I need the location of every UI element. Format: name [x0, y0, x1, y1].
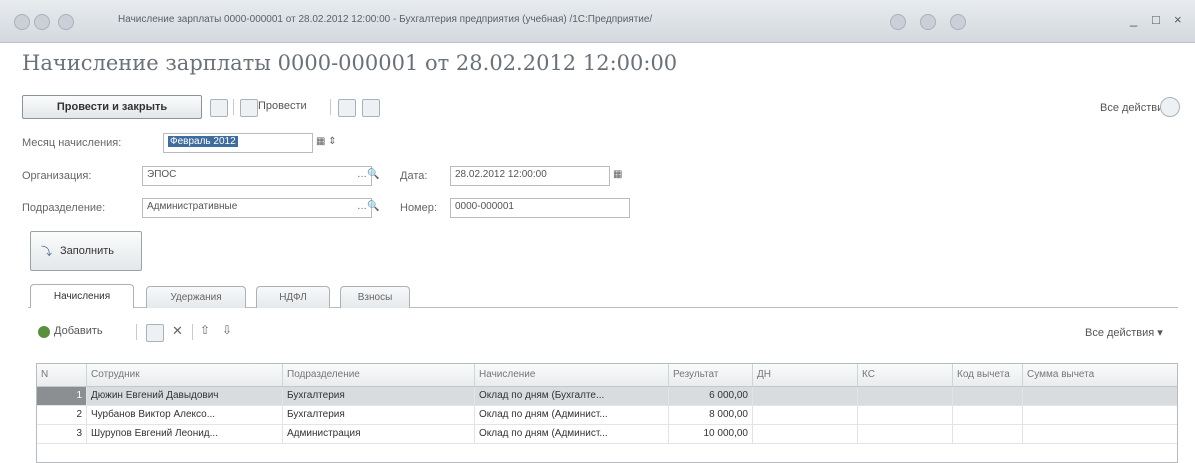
month-label: Месяц начисления:	[22, 137, 122, 149]
cell-ks[interactable]	[858, 425, 953, 443]
maximize-button[interactable]: □	[1152, 12, 1160, 27]
calendar-icon[interactable]: ▦	[613, 169, 622, 180]
fill-icon: ⤵	[41, 246, 52, 258]
minimize-button[interactable]: _	[1130, 12, 1137, 27]
cell-deduction-code[interactable]	[953, 425, 1023, 443]
cell-department[interactable]: Администрация	[283, 425, 475, 443]
col-header-deduction-sum[interactable]: Сумма вычета	[1023, 364, 1177, 386]
delete-icon[interactable]: ✕	[172, 323, 183, 339]
accruals-table: N Сотрудник Подразделение Начисление Рез…	[36, 363, 1178, 463]
cell-ks[interactable]	[858, 406, 953, 424]
cell-deduction-code[interactable]	[953, 387, 1023, 405]
fill-button[interactable]: ⤵ Заполнить	[30, 231, 142, 271]
col-header-employee[interactable]: Сотрудник	[87, 364, 283, 386]
cell-result[interactable]: 6 000,00	[669, 387, 753, 405]
col-header-result[interactable]: Результат	[669, 364, 753, 386]
report-icon[interactable]	[362, 99, 380, 117]
select-icon[interactable]: …🔍	[357, 201, 379, 212]
print-icon[interactable]	[920, 14, 936, 30]
date-label: Дата:	[400, 170, 428, 182]
col-header-dn[interactable]: ДН	[753, 364, 858, 386]
organization-label: Организация:	[22, 170, 92, 182]
move-down-icon[interactable]: ⇩	[222, 323, 232, 337]
toolbar-separator	[136, 324, 137, 340]
calendar-icon[interactable]: ▦ ⇕	[316, 136, 337, 147]
number-field[interactable]: 0000-000001	[450, 198, 630, 218]
col-header-accrual[interactable]: Начисление	[475, 364, 669, 386]
toolbar-separator	[233, 99, 234, 115]
table-row[interactable]: 2 Чурбанов Виктор Алексо... Бухгалтерия …	[37, 406, 1177, 425]
fill-button-label: Заполнить	[60, 245, 115, 257]
department-label: Подразделение:	[22, 202, 106, 214]
number-label: Номер:	[400, 202, 437, 214]
bookmark-icon[interactable]	[890, 14, 906, 30]
cell-accrual[interactable]: Оклад по дням (Админист...	[475, 425, 669, 443]
document-title: Начисление зарплаты 0000-000001 от 28.02…	[22, 51, 678, 75]
toolbar-separator	[192, 324, 193, 340]
month-field[interactable]: Февраль 2012	[163, 133, 313, 153]
calculator-icon[interactable]	[950, 14, 966, 30]
organization-field[interactable]: ЭПОС	[142, 166, 372, 186]
help-icon[interactable]	[1160, 97, 1180, 117]
cell-department[interactable]: Бухгалтерия	[283, 406, 475, 424]
cell-accrual[interactable]: Оклад по дням (Админист...	[475, 406, 669, 424]
cell-n: 3	[37, 425, 87, 443]
window-title: Начисление зарплаты 0000-000001 от 28.02…	[118, 14, 653, 25]
select-icon[interactable]: …🔍	[357, 169, 379, 180]
department-field[interactable]: Административные	[142, 198, 372, 218]
cell-deduction-sum[interactable]	[1023, 387, 1177, 405]
tab-deductions[interactable]: Удержания	[146, 286, 246, 308]
close-button[interactable]: ×	[1174, 12, 1182, 27]
forward-icon[interactable]	[34, 14, 50, 30]
col-header-department[interactable]: Подразделение	[283, 364, 475, 386]
table-row[interactable]: 1 Дюжин Евгений Давыдович Бухгалтерия Ок…	[37, 387, 1177, 406]
cell-n: 1	[37, 387, 87, 405]
add-row-button[interactable]: Добавить	[54, 325, 103, 337]
tab-contributions[interactable]: Взносы	[340, 286, 410, 308]
table-all-actions-menu[interactable]: Все действия ▾	[1085, 326, 1163, 339]
table-header: N Сотрудник Подразделение Начисление Рез…	[37, 364, 1177, 387]
cell-dn[interactable]	[753, 406, 858, 424]
date-field[interactable]: 28.02.2012 12:00:00	[450, 166, 610, 186]
cell-department[interactable]: Бухгалтерия	[283, 387, 475, 405]
cell-deduction-code[interactable]	[953, 406, 1023, 424]
col-header-ks[interactable]: КС	[858, 364, 953, 386]
table-row[interactable]: 3 Шурупов Евгений Леонид... Администраци…	[37, 425, 1177, 444]
cell-result[interactable]: 10 000,00	[669, 425, 753, 443]
cell-dn[interactable]	[753, 425, 858, 443]
add-icon[interactable]	[38, 326, 50, 338]
col-header-deduction-code[interactable]: Код вычета	[953, 364, 1023, 386]
post-icon[interactable]	[240, 99, 258, 117]
cell-n: 2	[37, 406, 87, 424]
cell-result[interactable]: 8 000,00	[669, 406, 753, 424]
move-up-icon[interactable]: ⇧	[200, 323, 210, 337]
cell-deduction-sum[interactable]	[1023, 406, 1177, 424]
cell-employee[interactable]: Шурупов Евгений Леонид...	[87, 425, 283, 443]
col-header-n[interactable]: N	[37, 364, 87, 386]
app-logo-icon	[58, 14, 74, 30]
structure-icon[interactable]	[338, 99, 356, 117]
post-and-close-button[interactable]: Провести и закрыть	[22, 95, 202, 119]
save-icon[interactable]	[210, 99, 228, 117]
cell-ks[interactable]	[858, 387, 953, 405]
cell-deduction-sum[interactable]	[1023, 425, 1177, 443]
window-title-bar: Начисление зарплаты 0000-000001 от 28.02…	[0, 0, 1195, 43]
cell-accrual[interactable]: Оклад по дням (Бухгалте...	[475, 387, 669, 405]
copy-icon[interactable]	[146, 324, 164, 342]
cell-employee[interactable]: Чурбанов Виктор Алексо...	[87, 406, 283, 424]
post-button[interactable]: Провести	[258, 100, 307, 112]
tab-ndfl[interactable]: НДФЛ	[256, 286, 330, 308]
toolbar-separator	[330, 99, 331, 115]
tab-accruals[interactable]: Начисления	[30, 284, 134, 308]
back-icon[interactable]	[14, 14, 30, 30]
cell-dn[interactable]	[753, 387, 858, 405]
cell-employee[interactable]: Дюжин Евгений Давыдович	[87, 387, 283, 405]
